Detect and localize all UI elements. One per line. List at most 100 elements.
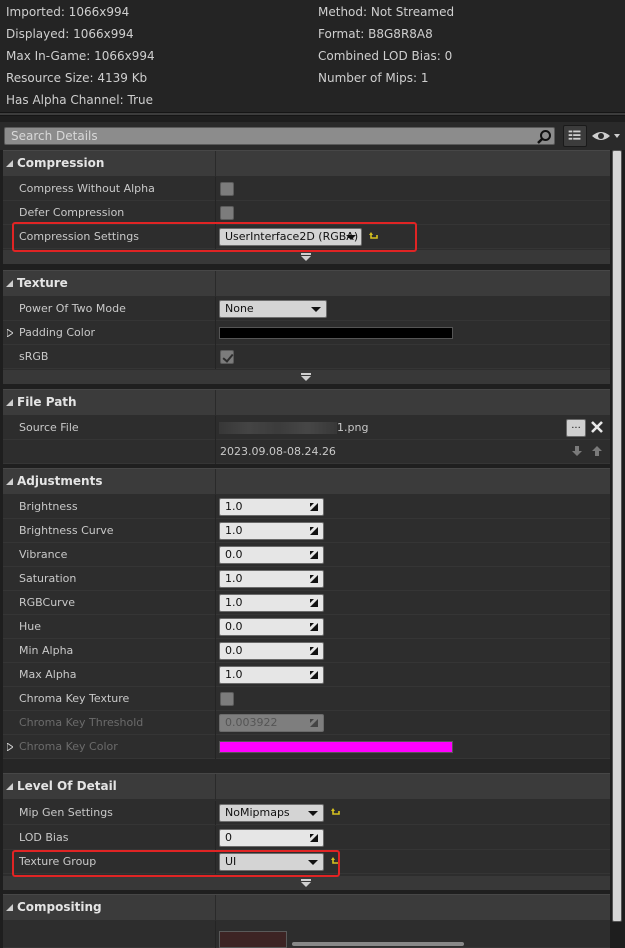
category-adjustments[interactable]: Adjustments <box>3 468 610 495</box>
column-divider <box>215 801 216 825</box>
panel-splitter[interactable] <box>0 112 625 116</box>
texture-info-right: Method: Not Streamed Format: B8G8R8A8 Co… <box>318 4 454 92</box>
chroma-key-color-swatch[interactable] <box>219 741 453 753</box>
resize-grip-icon <box>310 551 318 559</box>
row-saturation: Saturation 1.0 <box>3 567 610 591</box>
info-imported: Imported: 1066x994 <box>6 5 130 19</box>
highlight-compression-settings <box>12 222 417 252</box>
column-divider <box>215 345 216 369</box>
chroma-key-threshold-spinbox: 0.003922 <box>219 714 324 732</box>
row-srgb: sRGB <box>3 345 610 369</box>
property-label: RGBCurve <box>19 596 75 609</box>
eye-icon[interactable] <box>590 128 622 144</box>
spinbox-value: 0 <box>225 831 232 844</box>
property-label: Source File <box>19 421 79 434</box>
spinbox-value: 1.0 <box>225 500 243 513</box>
defer-compression-checkbox[interactable] <box>220 206 234 220</box>
collapse-arrow-icon <box>6 399 13 406</box>
category-gap <box>3 759 610 773</box>
category-compositing[interactable]: Compositing <box>3 894 610 921</box>
hue-spinbox[interactable]: 0.0 <box>219 618 324 636</box>
source-file-timestamp: 2023.09.08-08.24.26 <box>220 445 336 458</box>
row-vibrance: Vibrance 0.0 <box>3 543 610 567</box>
resize-grip-icon <box>310 503 318 511</box>
info-has-alpha: Has Alpha Channel: True <box>6 93 153 107</box>
property-label: Chroma Key Texture <box>19 692 130 705</box>
resize-grip-icon <box>310 647 318 655</box>
row-power-of-two-mode: Power Of Two Mode None <box>3 297 610 321</box>
srgb-checkbox[interactable] <box>220 350 234 364</box>
advanced-expander-compression[interactable] <box>3 250 610 264</box>
rgbcurve-spinbox[interactable]: 1.0 <box>219 594 324 612</box>
mip-gen-settings-dropdown[interactable]: NoMipmaps <box>219 804 324 822</box>
composite-texture-thumbnail[interactable] <box>219 931 287 948</box>
column-divider <box>215 440 216 464</box>
browse-button[interactable]: ... <box>566 419 586 437</box>
row-hue: Hue 0.0 <box>3 615 610 639</box>
property-label: LOD Bias <box>19 831 69 844</box>
category-file-path[interactable]: File Path <box>3 389 610 416</box>
collapse-arrow-icon <box>6 904 13 911</box>
property-label: Defer Compression <box>19 206 125 219</box>
vibrance-spinbox[interactable]: 0.0 <box>219 546 324 564</box>
property-matrix-button[interactable] <box>563 125 587 147</box>
compress-without-alpha-checkbox[interactable] <box>220 182 234 196</box>
column-divider <box>215 519 216 543</box>
max-alpha-spinbox[interactable]: 1.0 <box>219 666 324 684</box>
category-level-of-detail[interactable]: Level Of Detail <box>3 773 610 800</box>
search-icon[interactable] <box>536 129 552 145</box>
row-brightness: Brightness 1.0 <box>3 495 610 519</box>
expand-arrow-icon[interactable] <box>7 329 13 337</box>
spinbox-value: 1.0 <box>225 596 243 609</box>
advanced-expander-texture[interactable] <box>3 370 610 384</box>
brightness-curve-spinbox[interactable]: 1.0 <box>219 522 324 540</box>
row-brightness-curve: Brightness Curve 1.0 <box>3 519 610 543</box>
advanced-expander-lod[interactable] <box>3 876 610 890</box>
column-splitter[interactable] <box>215 390 216 416</box>
resize-grip-icon <box>310 575 318 583</box>
padding-color-swatch[interactable] <box>219 327 453 339</box>
property-label: sRGB <box>19 350 49 363</box>
column-splitter[interactable] <box>215 895 216 921</box>
row-chroma-key-threshold: Chroma Key Threshold 0.003922 <box>3 711 610 735</box>
arrow-down-icon[interactable] <box>571 445 583 457</box>
close-icon[interactable] <box>590 420 604 434</box>
arrow-up-icon[interactable] <box>591 445 603 457</box>
vertical-scrollbar[interactable] <box>612 150 622 922</box>
property-label: Brightness <box>19 500 78 513</box>
chroma-key-texture-checkbox[interactable] <box>220 692 234 706</box>
brightness-spinbox[interactable]: 1.0 <box>219 498 324 516</box>
resize-grip-icon <box>310 719 318 727</box>
search-details-input[interactable] <box>4 127 555 145</box>
row-compress-without-alpha: Compress Without Alpha <box>3 177 610 201</box>
dropdown-value: None <box>225 302 254 315</box>
category-texture[interactable]: Texture <box>3 270 610 297</box>
row-lod-bias: LOD Bias 0 <box>3 826 610 850</box>
column-splitter[interactable] <box>215 151 216 177</box>
spinbox-value: 0.0 <box>225 620 243 633</box>
property-label: Padding Color <box>19 326 96 339</box>
lod-bias-spinbox[interactable]: 0 <box>219 829 324 847</box>
spinbox-value: 0.003922 <box>225 716 278 729</box>
column-divider <box>215 615 216 639</box>
row-source-file: Source File 1.png ... <box>3 416 610 440</box>
category-compression[interactable]: Compression <box>3 150 610 177</box>
min-alpha-spinbox[interactable]: 0.0 <box>219 642 324 660</box>
horizontal-scrollbar[interactable] <box>292 942 464 946</box>
reset-to-default-icon[interactable] <box>331 808 341 818</box>
chevron-down-icon <box>301 373 311 381</box>
collapse-arrow-icon <box>6 783 13 790</box>
column-splitter[interactable] <box>215 774 216 800</box>
column-divider <box>215 543 216 567</box>
expand-arrow-icon[interactable] <box>7 743 13 751</box>
column-splitter[interactable] <box>215 271 216 297</box>
details-panel: Compression Compress Without Alpha Defer… <box>3 150 610 948</box>
info-displayed: Displayed: 1066x994 <box>6 27 134 41</box>
column-divider <box>215 921 216 948</box>
column-divider <box>215 663 216 687</box>
power-of-two-dropdown[interactable]: None <box>219 300 327 318</box>
column-splitter[interactable] <box>215 469 216 495</box>
row-chroma-key-color: Chroma Key Color <box>3 735 610 759</box>
property-label: Mip Gen Settings <box>19 806 113 819</box>
saturation-spinbox[interactable]: 1.0 <box>219 570 324 588</box>
